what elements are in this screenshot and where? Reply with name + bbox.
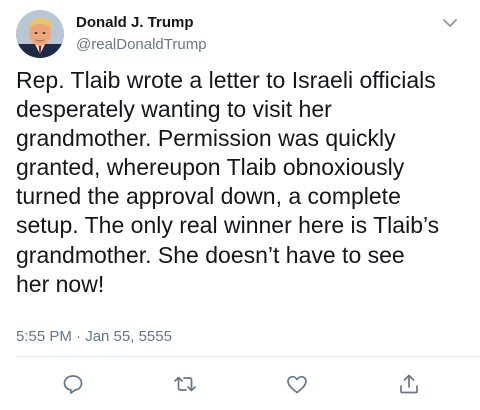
- author-name[interactable]: Donald J. Trump: [76, 14, 194, 31]
- like-icon: [287, 375, 307, 394]
- retweet-icon: [174, 376, 196, 392]
- chevron-down-icon[interactable]: [439, 12, 461, 34]
- share-button[interactable]: [396, 371, 422, 397]
- author-handle[interactable]: @realDonaldTrump: [76, 36, 207, 53]
- like-button[interactable]: [284, 371, 310, 397]
- retweet-button[interactable]: [172, 371, 198, 397]
- tweet-card: Donald J. Trump @realDonaldTrump Rep. Tl…: [0, 0, 480, 410]
- avatar[interactable]: [16, 10, 64, 58]
- tweet-text: Rep. Tlaib wrote a letter to Israeli off…: [16, 67, 440, 297]
- divider: [16, 356, 480, 357]
- reply-button[interactable]: [60, 371, 86, 397]
- reply-icon: [63, 375, 83, 394]
- tweet-timestamp[interactable]: 5:55 PM · Jan 55, 5555: [16, 328, 172, 345]
- share-icon: [400, 374, 418, 394]
- avatar-image: [16, 10, 64, 58]
